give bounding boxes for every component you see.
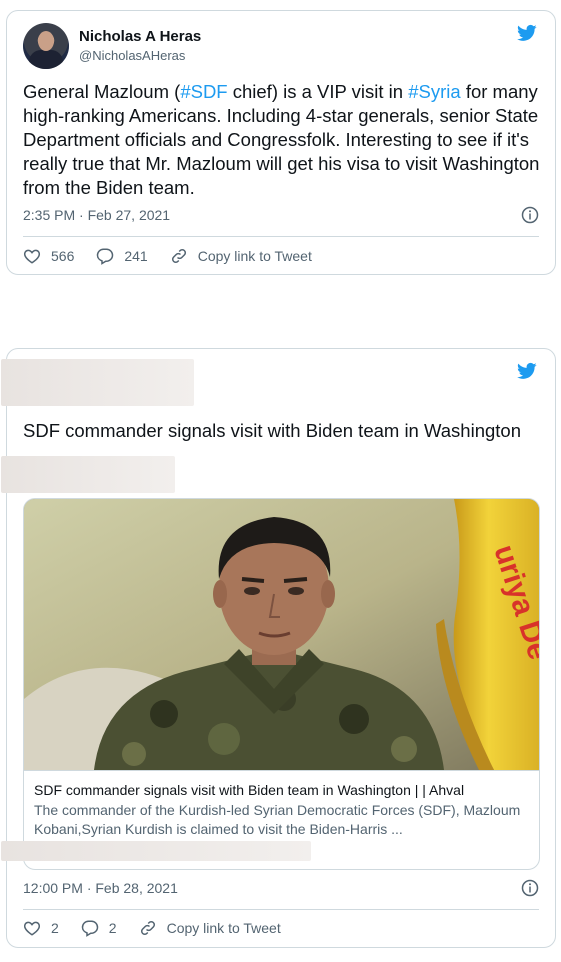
like-button[interactable]: 2	[23, 919, 59, 937]
like-count: 2	[51, 920, 59, 936]
copy-link-button[interactable]: Copy link to Tweet	[170, 247, 312, 265]
like-count: 566	[51, 248, 75, 264]
hashtag-link[interactable]: #SDF	[180, 81, 227, 102]
twitter-bird-icon[interactable]	[515, 23, 539, 43]
author-handle[interactable]: @NicholasAHeras	[79, 48, 185, 63]
author-name[interactable]: Nicholas A Heras	[79, 28, 201, 45]
link-icon	[140, 920, 155, 936]
link-title[interactable]: SDF commander signals visit with Biden t…	[34, 781, 531, 800]
tweet-actions: 566 241 Copy link to Tweet	[23, 247, 334, 265]
reply-icon	[97, 248, 114, 265]
tweet-text: General Mazloum (#SDF chief) is a VIP vi…	[23, 81, 540, 198]
redacted-author-block	[1, 359, 194, 406]
divider	[23, 909, 539, 910]
link-description: The commander of the Kurdish-led Syrian …	[34, 802, 521, 837]
reply-icon	[81, 920, 99, 937]
redacted-domain-block	[1, 841, 311, 861]
link-preview-card[interactable]: uriya De SDF commander signals visit wit…	[23, 498, 540, 870]
reply-button[interactable]: 2	[81, 919, 117, 937]
tweet-text: SDF commander signals visit with Biden t…	[23, 420, 521, 441]
heart-icon	[23, 921, 41, 936]
copy-link-button[interactable]: Copy link to Tweet	[139, 919, 281, 937]
info-icon[interactable]	[521, 879, 539, 897]
tweet-timestamp[interactable]: 12:00 PM · Feb 28, 2021	[23, 880, 178, 896]
info-icon[interactable]	[521, 206, 539, 224]
hashtag-link[interactable]: #Syria	[408, 81, 460, 102]
link-icon	[171, 248, 186, 264]
twitter-bird-icon[interactable]	[515, 361, 539, 381]
divider	[23, 236, 539, 237]
heart-icon	[23, 249, 41, 264]
portrait-photo: uriya De	[24, 499, 539, 770]
tweet-card-1[interactable]: Nicholas A Heras @NicholasAHeras General…	[6, 10, 556, 275]
link-preview-image[interactable]: uriya De	[24, 499, 539, 770]
tweet-actions: 2 2 Copy link to Tweet	[23, 919, 303, 937]
tweet-timestamp[interactable]: 2:35 PM · Feb 27, 2021	[23, 207, 170, 223]
reply-button[interactable]: 241	[96, 247, 148, 265]
avatar[interactable]	[23, 23, 69, 69]
reply-count: 2	[108, 920, 117, 936]
tweet-card-2[interactable]: SDF commander signals visit with Biden t…	[1, 348, 556, 948]
redacted-link-block	[1, 456, 175, 493]
copy-link-label: Copy link to Tweet	[166, 920, 281, 936]
reply-count: 241	[124, 248, 148, 264]
like-button[interactable]: 566	[23, 247, 74, 265]
copy-link-label: Copy link to Tweet	[197, 248, 312, 264]
